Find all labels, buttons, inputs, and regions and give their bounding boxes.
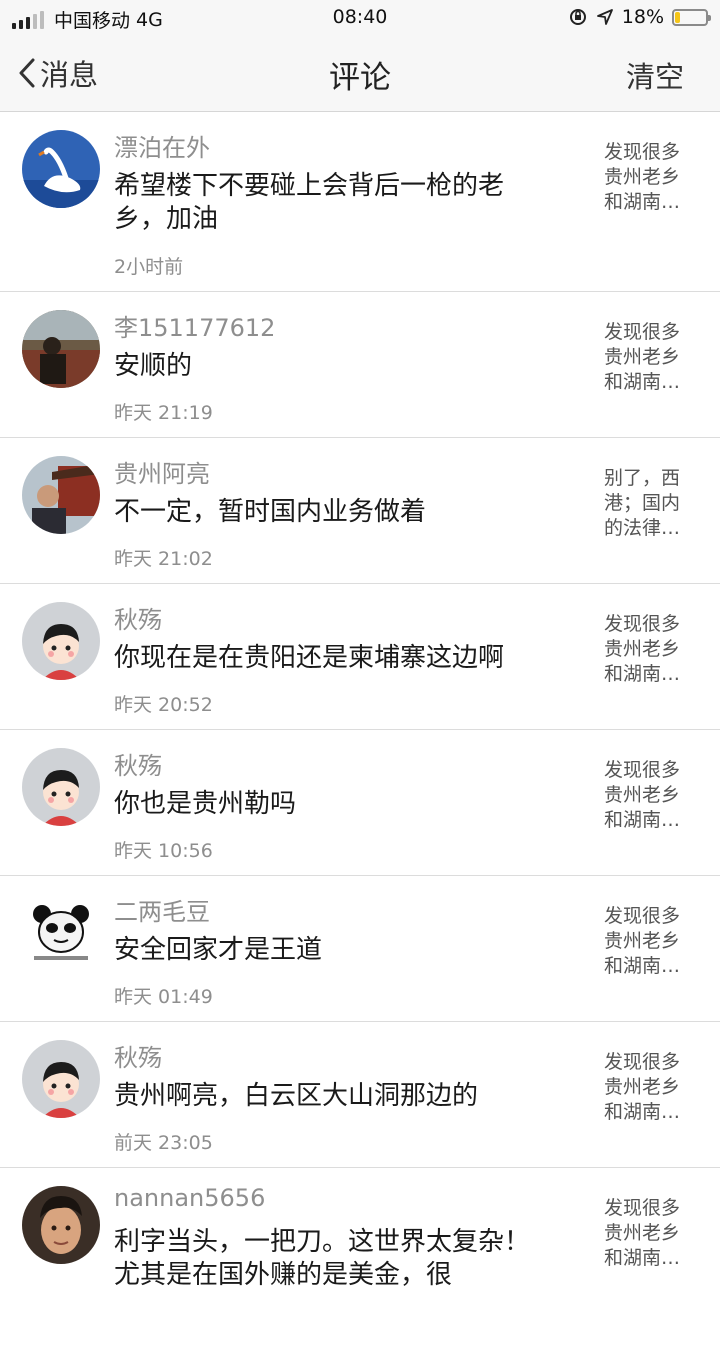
commenter-name[interactable]: 漂泊在外 (114, 128, 210, 163)
post-preview-line: 和湖南… (604, 371, 681, 393)
post-preview-line: 贵州老乡 (604, 1222, 681, 1244)
panda-meme-avatar-icon (22, 894, 100, 972)
post-preview[interactable]: 发现很多 贵州老乡 和湖南… (604, 1196, 696, 1271)
cartoon-avatar-icon (22, 748, 100, 826)
comment-text: 安全回家才是王道 (114, 935, 323, 965)
battery-percent: 18% (621, 6, 664, 28)
post-preview-line: 别了，西 (604, 467, 681, 489)
post-preview[interactable]: 发现很多 贵州老乡 和湖南… (604, 904, 696, 979)
post-preview[interactable]: 别了，西 港；国内 的法律… (604, 466, 696, 541)
post-preview-line: 贵州老乡 (604, 1076, 681, 1098)
post-preview-line: 发现很多 (604, 1197, 681, 1219)
photo-avatar-icon (22, 1186, 100, 1264)
commenter-name[interactable]: 贵州阿亮 (114, 454, 210, 489)
post-preview-line: 发现很多 (604, 141, 681, 163)
status-right: 18% (568, 6, 711, 28)
post-preview-line: 发现很多 (604, 905, 681, 927)
post-preview-line: 发现很多 (604, 759, 681, 781)
comment-row[interactable]: 二两毛豆 安全回家才是王道 昨天 01:49 发现很多 贵州老乡 和湖南… (0, 876, 720, 1022)
comment-time: 昨天 20:52 (114, 694, 213, 716)
photo-avatar-icon (22, 456, 100, 534)
comment-time: 昨天 01:49 (114, 986, 213, 1008)
commenter-name[interactable]: 秋殇 (114, 1038, 162, 1073)
comment-list: 漂泊在外 希望楼下不要碰上会背后一枪的老乡，加油 2小时前 发现很多 贵州老乡 … (0, 112, 720, 1348)
post-preview-line: 和湖南… (604, 1247, 681, 1269)
avatar[interactable] (22, 748, 100, 826)
avatar[interactable] (22, 130, 100, 208)
avatar[interactable] (22, 894, 100, 972)
page-title: 评论 (329, 60, 391, 96)
post-preview-line: 发现很多 (604, 613, 681, 635)
location-icon (596, 9, 613, 25)
post-preview-line: 和湖南… (604, 663, 681, 685)
avatar[interactable] (22, 1186, 100, 1264)
post-preview-line: 发现很多 (604, 1051, 681, 1073)
comment-row[interactable]: 贵州阿亮 不一定，暂时国内业务做着 昨天 21:02 别了，西 港；国内 的法律… (0, 438, 720, 584)
post-preview[interactable]: 发现很多 贵州老乡 和湖南… (604, 320, 696, 395)
battery-icon (672, 8, 711, 26)
avatar[interactable] (22, 310, 100, 388)
photo-avatar-icon (22, 310, 100, 388)
comment-row[interactable]: 李151177612 安顺的 昨天 21:19 发现很多 贵州老乡 和湖南… (0, 292, 720, 438)
status-bar: 中国移动 4G 08:40 18% (0, 0, 720, 34)
clear-button[interactable]: 清空 (626, 54, 684, 96)
post-preview-line: 港；国内 (604, 492, 681, 514)
swan-avatar-icon (22, 130, 100, 208)
comment-row[interactable]: 秋殇 你现在是在贵阳还是柬埔寨这边啊 昨天 20:52 发现很多 贵州老乡 和湖… (0, 584, 720, 730)
post-preview[interactable]: 发现很多 贵州老乡 和湖南… (604, 140, 696, 215)
avatar[interactable] (22, 456, 100, 534)
post-preview-line: 和湖南… (604, 1101, 681, 1123)
comment-text: 利字当头，一把刀。这世界太复杂！尤其是在国外赚的是美金，很 (114, 1227, 531, 1290)
avatar[interactable] (22, 1040, 100, 1118)
comment-row[interactable]: 秋殇 你也是贵州勒吗 昨天 10:56 发现很多 贵州老乡 和湖南… (0, 730, 720, 876)
post-preview[interactable]: 发现很多 贵州老乡 和湖南… (604, 612, 696, 687)
post-preview-line: 贵州老乡 (604, 166, 681, 188)
post-preview-line: 发现很多 (604, 321, 681, 343)
battery-fill (675, 11, 681, 23)
comment-time: 昨天 21:02 (114, 548, 213, 570)
comment-time: 前天 23:05 (114, 1132, 213, 1154)
comment-text: 希望楼下不要碰上会背后一枪的老乡，加油 (114, 171, 505, 234)
comment-text: 贵州啊亮，白云区大山洞那边的 (114, 1081, 479, 1111)
post-preview-line: 贵州老乡 (604, 930, 681, 952)
post-preview-line: 贵州老乡 (604, 638, 681, 660)
avatar[interactable] (22, 602, 100, 680)
post-preview-line: 贵州老乡 (604, 346, 681, 368)
comment-time: 昨天 21:19 (114, 402, 213, 424)
commenter-name[interactable]: 秋殇 (114, 746, 162, 781)
comment-time: 昨天 10:56 (114, 840, 213, 862)
comment-time: 2小时前 (114, 256, 184, 278)
cartoon-avatar-icon (22, 602, 100, 680)
rotation-lock-icon (569, 9, 586, 25)
cartoon-avatar-icon (22, 1040, 100, 1118)
post-preview-line: 和湖南… (604, 955, 681, 977)
comment-row[interactable]: 漂泊在外 希望楼下不要碰上会背后一枪的老乡，加油 2小时前 发现很多 贵州老乡 … (0, 112, 720, 292)
comment-row[interactable]: 秋殇 贵州啊亮，白云区大山洞那边的 前天 23:05 发现很多 贵州老乡 和湖南… (0, 1022, 720, 1168)
commenter-name[interactable]: 秋殇 (114, 600, 162, 635)
comment-text: 你也是贵州勒吗 (114, 789, 297, 819)
comment-text: 不一定，暂时国内业务做着 (114, 497, 427, 527)
post-preview-line: 和湖南… (604, 809, 681, 831)
commenter-name[interactable]: 李151177612 (114, 308, 275, 343)
nav-bar: 消息 评论 清空 (0, 34, 720, 112)
post-preview[interactable]: 发现很多 贵州老乡 和湖南… (604, 1050, 696, 1125)
comment-text: 你现在是在贵阳还是柬埔寨这边啊 (114, 643, 505, 673)
post-preview-line: 的法律… (604, 517, 681, 539)
comment-row[interactable]: nannan5656 利字当头，一把刀。这世界太复杂！尤其是在国外赚的是美金，很… (0, 1168, 720, 1348)
post-preview-line: 贵州老乡 (604, 784, 681, 806)
post-preview-line: 和湖南… (604, 191, 681, 213)
commenter-name[interactable]: 二两毛豆 (114, 892, 210, 927)
commenter-name[interactable]: nannan5656 (114, 1184, 265, 1212)
comment-text: 安顺的 (114, 351, 193, 381)
post-preview[interactable]: 发现很多 贵州老乡 和湖南… (604, 758, 696, 833)
